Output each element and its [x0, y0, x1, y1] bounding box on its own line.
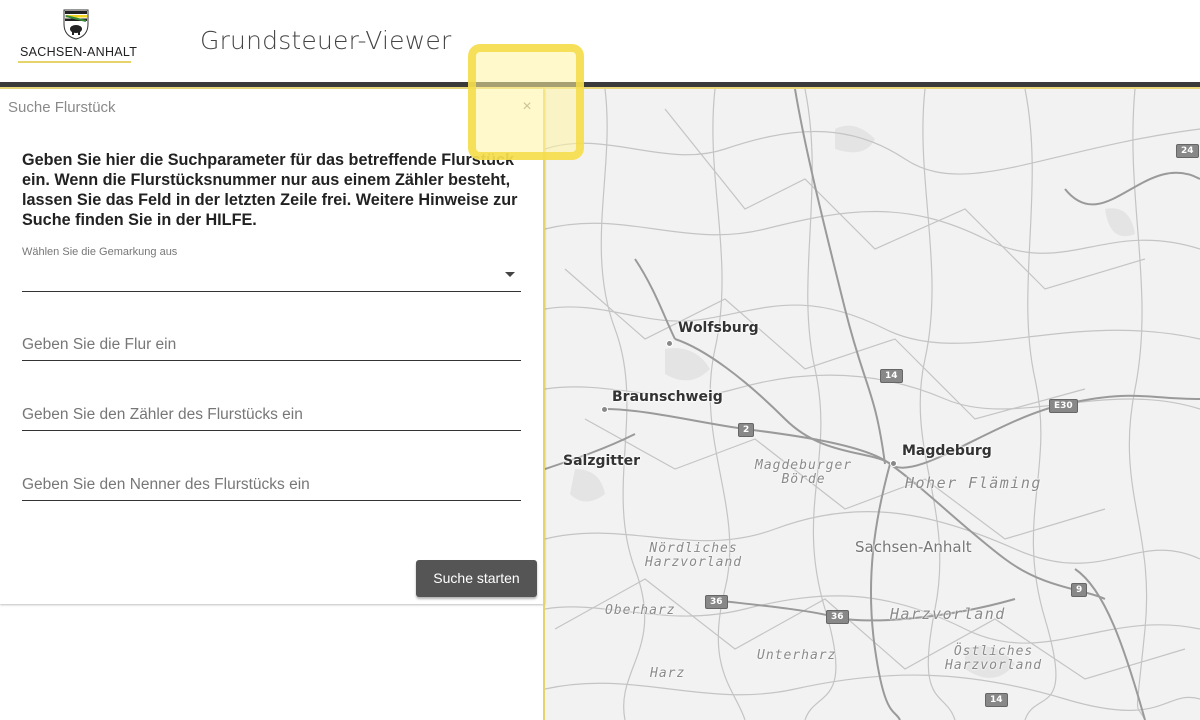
road-shield-14b: 14 — [985, 693, 1008, 707]
city-dot-magdeburg — [890, 460, 897, 467]
chevron-down-icon[interactable] — [505, 272, 515, 277]
city-dot-wolfsburg — [666, 340, 673, 347]
search-button[interactable]: Suche starten — [416, 560, 537, 597]
road-shield-9: 9 — [1071, 583, 1088, 597]
state-label-sachsen-anhalt: Sachsen-Anhalt — [855, 538, 972, 556]
flur-placeholder: Geben Sie die Flur ein — [22, 336, 177, 353]
sachsen-anhalt-logo[interactable]: SACHSEN-ANHALT — [18, 8, 138, 64]
flur-input[interactable]: Geben Sie die Flur ein — [22, 325, 521, 361]
search-instructions: Geben Sie hier die Suchparameter für das… — [22, 151, 518, 229]
region-label-hoher-flaeming: Hoher Fläming — [905, 474, 1042, 492]
region-label-unterharz: Unterharz — [757, 648, 837, 663]
nenner-input[interactable]: Geben Sie den Nenner des Flurstücks ein — [22, 464, 521, 501]
search-panel: Suche Flurstück × Geben Sie hier die Suc… — [0, 89, 545, 604]
logo-text: SACHSEN-ANHALT — [20, 45, 138, 59]
logo-underline — [18, 61, 131, 63]
gemarkung-select[interactable]: Wählen Sie die Gemarkung aus — [22, 246, 521, 292]
region-label-oestliches-harzvorland: Östliches Harzvorland — [945, 644, 1043, 673]
road-shield-2: 2 — [738, 423, 755, 437]
panel-edge-line — [543, 604, 545, 720]
road-shield-14: 14 — [880, 369, 903, 383]
road-shield-36b: 36 — [826, 610, 849, 624]
panel-title: Suche Flurstück — [8, 99, 116, 116]
city-label-magdeburg: Magdeburg — [902, 443, 992, 459]
road-shield-36: 36 — [705, 595, 728, 609]
city-label-wolfsburg: Wolfsburg — [678, 320, 759, 336]
region-label-harz: Harz — [650, 666, 686, 681]
road-shield-24: 24 — [1176, 144, 1199, 158]
nenner-placeholder: Geben Sie den Nenner des Flurstücks ein — [22, 476, 310, 493]
region-label-oberharz: Oberharz — [605, 603, 676, 618]
city-label-salzgitter: Salzgitter — [563, 453, 641, 469]
region-label-harzvorland: Harzvorland — [890, 605, 1006, 623]
zaehler-placeholder: Geben Sie den Zähler des Flurstücks ein — [22, 406, 303, 423]
region-label-magdeburger-boerde: Magdeburger Börde — [755, 458, 853, 487]
gemarkung-label: Wählen Sie die Gemarkung aus — [22, 246, 178, 258]
region-label-noerdliches-harzvorland: Nördliches Harzvorland — [645, 541, 743, 570]
road-shield-e30: E30 — [1049, 399, 1078, 413]
coat-of-arms-icon — [63, 9, 89, 40]
map-view[interactable]: Wolfsburg Braunschweig Salzgitter Magdeb… — [545, 89, 1200, 720]
app-header: SACHSEN-ANHALT Grundsteuer-Viewer — [0, 0, 1200, 82]
app-title: Grundsteuer-Viewer — [200, 26, 452, 55]
close-button-highlight — [468, 44, 584, 160]
city-dot-braunschweig — [601, 406, 608, 413]
city-label-braunschweig: Braunschweig — [612, 389, 723, 405]
zaehler-input[interactable]: Geben Sie den Zähler des Flurstücks ein — [22, 394, 521, 431]
